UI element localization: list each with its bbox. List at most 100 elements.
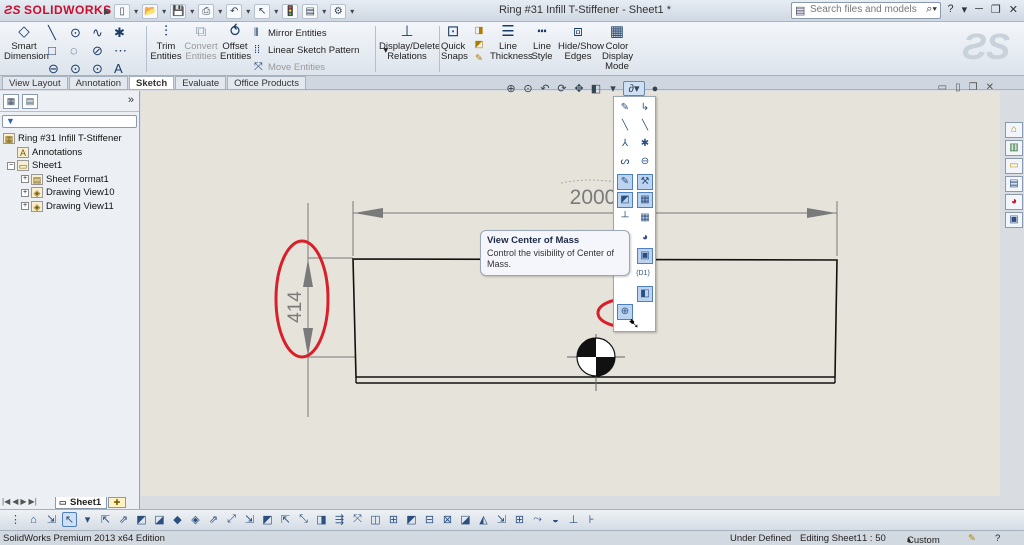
convert-entities-button[interactable]: ⧉ Convert Entities: [183, 24, 219, 62]
print-icon[interactable]: ⎙: [198, 3, 215, 19]
view-planes-icon[interactable]: ⊖: [637, 154, 653, 170]
undo-dropdown-icon[interactable]: ▾: [246, 7, 250, 16]
view-sketch-grid-icon[interactable]: ┴: [617, 210, 633, 226]
tab-office-products[interactable]: Office Products: [227, 76, 306, 89]
open-folder-icon[interactable]: 📂: [142, 3, 159, 19]
help-icon[interactable]: ?: [947, 3, 953, 16]
filter-planes-icon[interactable]: ◈: [188, 513, 203, 526]
hide-show-edges-button[interactable]: ⧈ Hide/Show Edges: [558, 24, 604, 62]
layer-properties-icon[interactable]: ◩: [475, 39, 484, 50]
print-dropdown-icon[interactable]: ▾: [218, 7, 222, 16]
filter-center-marks-icon[interactable]: ◩: [260, 513, 275, 526]
select-dropdown-icon[interactable]: ▾: [80, 513, 95, 526]
tree-item-drawing-view10[interactable]: + ◈ Drawing View10: [0, 186, 139, 200]
save-icon[interactable]: 💾: [170, 3, 187, 19]
filter-cosmetic-threads-icon[interactable]: ◩: [404, 513, 419, 526]
file-explorer-icon[interactable]: ▭: [1005, 158, 1023, 174]
appearances-icon[interactable]: ◕: [1005, 194, 1023, 210]
select-pointer-icon[interactable]: ↖: [62, 512, 77, 527]
sheet-tab[interactable]: ▭ Sheet1: [55, 497, 108, 509]
display-delete-relations-button[interactable]: ⊥ Display/Delete Relations: [379, 24, 440, 62]
options-icon[interactable]: ⚙: [330, 3, 347, 19]
help-dropdown-icon[interactable]: ▾: [962, 3, 968, 16]
feature-tree-tab-icon[interactable]: ▦: [3, 93, 19, 109]
dimension-414[interactable]: 414: [285, 291, 306, 323]
next-sheet-icon[interactable]: ▶: [20, 497, 26, 506]
text-tool-icon[interactable]: A: [114, 61, 136, 77]
filter-surfaces-icon[interactable]: ◪: [152, 513, 167, 526]
filter-datum-features-icon[interactable]: ⤧: [350, 513, 365, 526]
expand-icon[interactable]: +: [21, 188, 29, 197]
filter-geometric-tolerance-icon[interactable]: ◨: [314, 513, 329, 526]
save-dropdown-icon[interactable]: ▾: [190, 7, 194, 16]
expand-chevron-icon[interactable]: »: [128, 94, 134, 106]
quick-tips-icon[interactable]: ✎: [968, 533, 976, 544]
search-input[interactable]: ▤ Search files and models ⌕▾: [791, 2, 941, 19]
view-sketches-icon[interactable]: ✎: [617, 174, 633, 190]
filter-notes-icon[interactable]: ⇶: [332, 513, 347, 526]
view-parting-lines-icon[interactable]: ▣: [637, 248, 653, 264]
filter-centerlines-icon[interactable]: ◒: [548, 514, 563, 526]
smart-dimension-button[interactable]: ◇ Smart Dimension: [4, 24, 49, 62]
rectangle-icon[interactable]: □: [48, 43, 70, 59]
restore-button[interactable]: ❐: [991, 3, 1001, 16]
filter-points-icon[interactable]: ⇗: [206, 513, 221, 526]
view-temporary-axes-icon[interactable]: ╲: [637, 118, 653, 134]
line-thickness-button[interactable]: ☰ Line Thickness: [490, 24, 533, 62]
trim-entities-button[interactable]: ⫶ Trim Entities: [150, 24, 182, 62]
property-manager-tab-icon[interactable]: ▤: [22, 93, 38, 109]
filter-clear-icon[interactable]: ⇱: [98, 513, 113, 526]
filter-weld-symbols-icon[interactable]: ◫: [368, 513, 383, 526]
view-grid-icon[interactable]: ▦: [637, 210, 653, 226]
filter-balloons-icon[interactable]: ⤳: [530, 513, 545, 526]
mirror-entities-button[interactable]: ⫴ Mirror Entities: [254, 25, 388, 42]
ellipse-icon[interactable]: ⊘: [92, 43, 114, 59]
search-icon[interactable]: ⌕▾: [926, 3, 937, 16]
properties-dropdown-icon[interactable]: ▾: [322, 7, 326, 16]
rebuild-icon[interactable]: 🚦: [282, 3, 299, 19]
search-scope-icon[interactable]: ▤: [795, 4, 805, 17]
view-decals-icon[interactable]: ◕: [637, 230, 653, 246]
custom-properties-icon[interactable]: ▣: [1005, 212, 1023, 228]
filter-datum-targets-icon[interactable]: ⊞: [386, 513, 401, 526]
linear-sketch-pattern-button[interactable]: ⁞⁞ Linear Sketch Pattern ▾: [254, 42, 388, 59]
filter-blocks-icon[interactable]: ⊟: [422, 513, 437, 526]
menu-arrow-icon[interactable]: ▶: [104, 7, 110, 16]
filter-surface-finish-icon[interactable]: ⤡: [296, 513, 311, 526]
new-document-icon[interactable]: ▯: [114, 3, 131, 19]
dimension-2000[interactable]: 2000: [570, 186, 617, 209]
filter-welds-icon[interactable]: ⊦: [584, 513, 599, 526]
layer-icon[interactable]: ◨: [475, 25, 484, 36]
offset-entities-button[interactable]: ⥀ Offset Entities: [220, 24, 251, 62]
dimxpert-label[interactable]: (D1): [635, 266, 651, 282]
solidworks-resources-icon[interactable]: ⌂: [1005, 122, 1023, 138]
design-library-icon[interactable]: ▥: [1005, 140, 1023, 156]
filter-connection-points-icon[interactable]: ◪: [458, 513, 473, 526]
filter-sketch-segments-icon[interactable]: ⤢: [224, 513, 239, 526]
sketch-fillet-icon[interactable]: ⊙: [92, 61, 114, 77]
slot-icon[interactable]: ⊖: [48, 61, 70, 77]
filter-routing-points-icon[interactable]: ◭: [476, 513, 491, 526]
view-sketch-relations-icon[interactable]: ⚒: [637, 174, 653, 190]
view-origins-icon[interactable]: ↳: [637, 100, 653, 116]
spline-icon[interactable]: ∿: [92, 25, 114, 41]
view-dimension-names-icon[interactable]: ◩: [617, 192, 633, 208]
filter-tables-icon[interactable]: ⊞: [512, 513, 527, 526]
add-sheet-button[interactable]: ✚: [108, 497, 126, 508]
point-icon[interactable]: ✱: [114, 25, 136, 41]
filter-axes-icon[interactable]: ◆: [170, 513, 185, 526]
circle-icon[interactable]: ⊙: [70, 25, 92, 41]
tree-item-sheet1[interactable]: − ▭ Sheet1: [0, 159, 139, 173]
new-dropdown-icon[interactable]: ▾: [134, 7, 138, 16]
view-axes-icon[interactable]: ╲: [617, 118, 633, 134]
line-style-button[interactable]: ┅ Line Style: [530, 24, 554, 62]
filter-vertices-icon[interactable]: ⇗: [116, 513, 131, 526]
collapse-icon[interactable]: −: [7, 161, 15, 170]
tab-view-layout[interactable]: View Layout: [2, 76, 68, 89]
tree-item-annotations[interactable]: A Annotations: [0, 146, 139, 160]
move-entities-button[interactable]: ⤧ Move Entities: [254, 59, 388, 76]
filter-faces-icon[interactable]: ◩: [134, 513, 149, 526]
polygon-icon[interactable]: ⊙: [70, 61, 92, 77]
tree-filter-input[interactable]: ▼: [2, 115, 137, 128]
view-annotations-icon[interactable]: ▦: [637, 192, 653, 208]
